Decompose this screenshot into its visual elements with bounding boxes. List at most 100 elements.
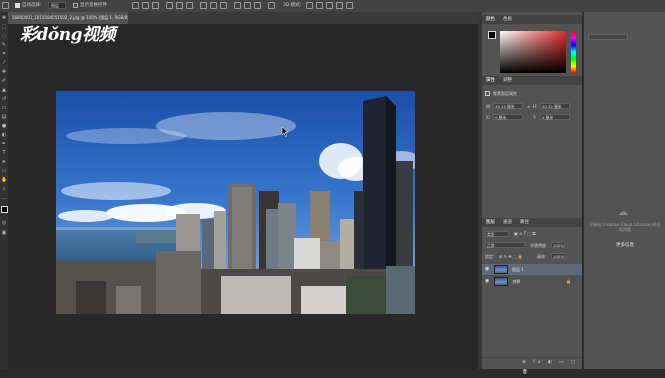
- 3d-pan-icon[interactable]: [326, 2, 333, 9]
- library-dropdown[interactable]: [588, 34, 628, 40]
- distribute-bottom-icon[interactable]: [220, 2, 227, 9]
- align-vcenter-icon[interactable]: [142, 2, 149, 9]
- align-bottom-icon[interactable]: [152, 2, 159, 9]
- 3d-orbit-icon[interactable]: [306, 2, 313, 9]
- opacity-field[interactable]: 100%: [551, 242, 565, 248]
- screen-mode-icon[interactable]: ▣: [1, 230, 7, 236]
- align-left-icon[interactable]: [166, 2, 173, 9]
- align-top-icon[interactable]: [132, 2, 139, 9]
- move-tool-icon[interactable]: [2, 2, 9, 9]
- visibility-eye-icon[interactable]: ◉: [485, 279, 490, 284]
- y-field[interactable]: 0 厘米: [540, 114, 570, 120]
- healing-tool-icon[interactable]: ✚: [1, 69, 7, 75]
- link-icon[interactable]: ∞: [527, 104, 530, 109]
- distribute-right-icon[interactable]: [254, 2, 261, 9]
- layers-panel-header: 图层 通道 路径: [482, 218, 582, 227]
- 3d-mode-label: 3D 模式:: [283, 3, 302, 8]
- 3d-roll-icon[interactable]: [316, 2, 323, 9]
- marquee-tool-icon[interactable]: ⬚: [1, 24, 7, 30]
- show-transform-checkbox[interactable]: [73, 3, 78, 8]
- eyedropper-tool-icon[interactable]: ⁄: [1, 60, 7, 66]
- height-field[interactable]: 20.32 厘米: [540, 103, 570, 109]
- more-tools-icon[interactable]: …: [1, 195, 7, 201]
- tab-swatches[interactable]: 色板: [503, 17, 512, 22]
- move-tool-icon[interactable]: ✥: [1, 15, 7, 21]
- y-label: Y:: [533, 115, 537, 120]
- blur-tool-icon[interactable]: ●: [1, 123, 7, 129]
- history-brush-tool-icon[interactable]: ↺: [1, 96, 7, 102]
- panels-column: 颜色 色板 属性 调整 像素图层属性 W: 36.12 厘米 ∞ H: 20.32 …: [482, 12, 582, 375]
- distribute-left-icon[interactable]: [234, 2, 241, 9]
- distribute-vcenter-icon[interactable]: [210, 2, 217, 9]
- distribute-top-icon[interactable]: [200, 2, 207, 9]
- quick-select-tool-icon[interactable]: ✎: [1, 42, 7, 48]
- shape-tool-icon[interactable]: ▭: [1, 168, 7, 174]
- libraries-panel-header: [588, 15, 662, 22]
- type-tool-icon[interactable]: T: [1, 150, 7, 156]
- fill-field[interactable]: 100%: [551, 253, 565, 259]
- tab-layers[interactable]: 图层: [486, 220, 495, 225]
- blend-mode-dropdown[interactable]: 正常: [485, 242, 525, 248]
- x-label: X:: [486, 115, 491, 120]
- tab-adjustments[interactable]: 调整: [503, 78, 512, 83]
- align-right-icon[interactable]: [186, 2, 193, 9]
- lock-icons[interactable]: ⊞ ✎ ✥ ⬚ 🔒: [499, 254, 523, 259]
- layers-footer-icons[interactable]: ⊕ fx ◐ ▭ ▢ 🗑: [482, 357, 582, 375]
- libraries-panel: ☁ 初始化 Creative Cloud Libraries 时出现问题 更多信…: [583, 12, 665, 369]
- width-field[interactable]: 36.12 厘米: [493, 103, 523, 109]
- lock-label: 锁定:: [485, 254, 495, 259]
- brush-tool-icon[interactable]: ✐: [1, 78, 7, 84]
- auto-select-label: 自动选择:: [22, 3, 42, 8]
- tab-color[interactable]: 颜色: [486, 17, 495, 22]
- tab-channels[interactable]: 通道: [503, 220, 512, 225]
- libraries-error-message: 初始化 Creative Cloud Libraries 时出现问题: [589, 222, 661, 232]
- dodge-tool-icon[interactable]: ◐: [1, 132, 7, 138]
- stamp-tool-icon[interactable]: ▲: [1, 87, 7, 93]
- hand-tool-icon[interactable]: ✋: [1, 177, 7, 183]
- color-picker-field[interactable]: [500, 31, 566, 73]
- 3d-slide-icon[interactable]: [336, 2, 343, 9]
- 3d-scale-icon[interactable]: [346, 2, 353, 9]
- foreground-color-swatch[interactable]: [1, 206, 8, 213]
- h-label: H:: [533, 104, 538, 109]
- foreground-swatch[interactable]: [488, 31, 496, 39]
- pixel-layer-icon: [485, 91, 490, 96]
- eraser-tool-icon[interactable]: ▭: [1, 105, 7, 111]
- align-hcenter-icon[interactable]: [176, 2, 183, 9]
- hue-slider[interactable]: [571, 31, 576, 73]
- layer-row[interactable]: ◉ 图层 1: [482, 264, 582, 275]
- canvas-image[interactable]: [56, 91, 415, 314]
- lock-icon: 🔒: [566, 279, 571, 284]
- show-transform-label: 显示变换控件: [80, 3, 107, 8]
- path-select-tool-icon[interactable]: ➤: [1, 159, 7, 165]
- auto-select-dropdown[interactable]: 图层: [48, 2, 66, 9]
- more-info-link[interactable]: 更多信息: [588, 242, 662, 248]
- cloud-error-icon: ☁: [618, 207, 628, 218]
- tab-paths[interactable]: 路径: [520, 220, 529, 225]
- gradient-tool-icon[interactable]: ▤: [1, 114, 7, 120]
- layer-thumbnail: [494, 277, 508, 286]
- auto-align-icon[interactable]: [268, 2, 275, 9]
- watermark-logo: 彩dǒng视频: [20, 25, 115, 45]
- filter-icons[interactable]: ▣ ⊘ T ⬚ ⧉: [514, 231, 535, 236]
- lasso-tool-icon[interactable]: ◌: [1, 33, 7, 39]
- layer-thumbnail: [494, 265, 508, 274]
- opacity-label: 不透明度:: [530, 243, 548, 248]
- crop-tool-icon[interactable]: ⌗: [1, 51, 7, 57]
- properties-section-label: 像素图层属性: [493, 91, 517, 96]
- auto-select-checkbox[interactable]: [15, 3, 20, 8]
- x-field[interactable]: 0 厘米: [493, 114, 523, 120]
- properties-panel-header: 属性 调整: [482, 76, 582, 85]
- layer-row[interactable]: ◉ 背景 🔒: [482, 276, 582, 287]
- zoom-tool-icon[interactable]: ⌕: [1, 186, 7, 192]
- visibility-eye-icon[interactable]: ◉: [485, 267, 490, 272]
- fill-label: 填充:: [537, 254, 547, 259]
- quick-mask-icon[interactable]: ◎: [1, 220, 7, 226]
- layer-name[interactable]: 图层 1: [512, 264, 524, 275]
- layer-name[interactable]: 背景: [512, 276, 520, 287]
- pen-tool-icon[interactable]: ✒: [1, 141, 7, 147]
- w-label: W:: [486, 104, 492, 109]
- tab-properties[interactable]: 属性: [486, 78, 495, 83]
- distribute-hcenter-icon[interactable]: [244, 2, 251, 9]
- layer-filter-dropdown[interactable]: 类型: [485, 231, 509, 237]
